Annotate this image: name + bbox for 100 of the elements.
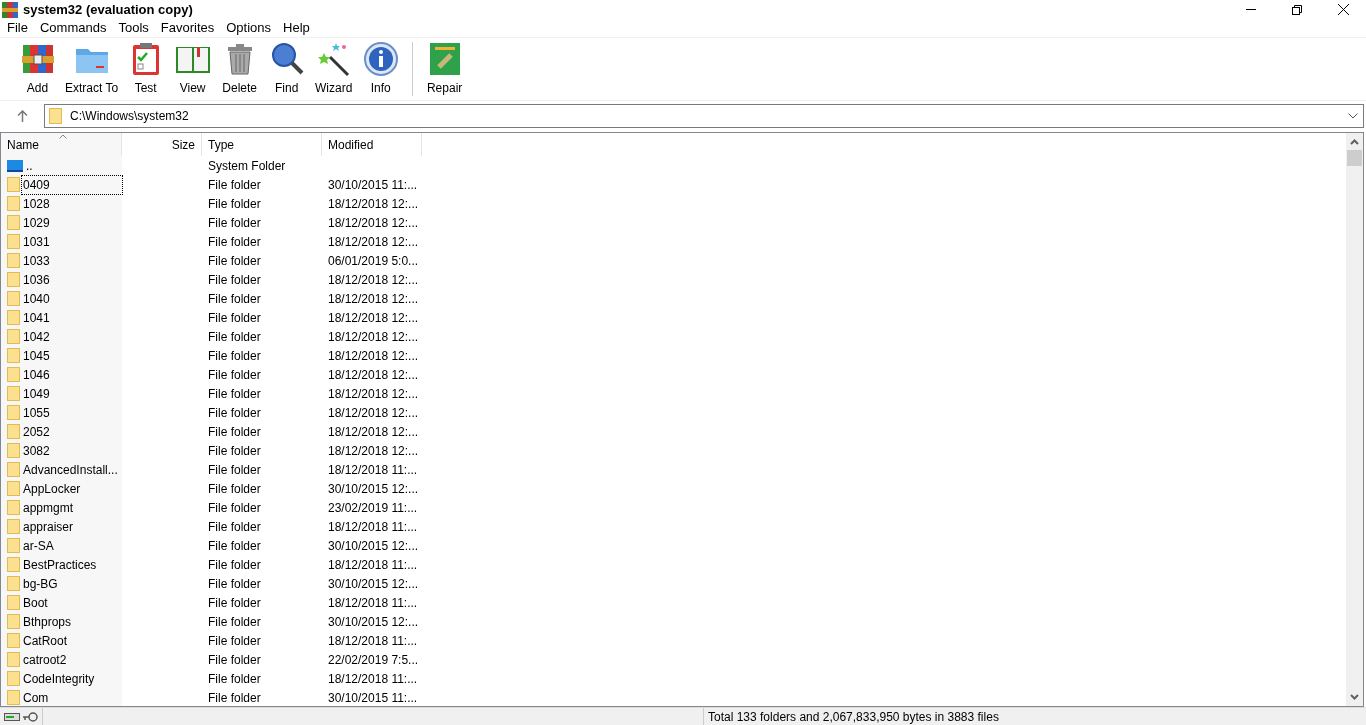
close-icon [1337, 4, 1349, 15]
name-cell[interactable]: catroot2 [22, 650, 68, 669]
name-cell[interactable]: .. [25, 156, 34, 175]
name-cell[interactable]: CatRoot [22, 631, 69, 650]
status-text: Total 133 folders and 2,067,833,950 bytes in 3883 files [707, 708, 1000, 725]
scroll-up-icon[interactable] [1350, 139, 1359, 145]
folder-icon [7, 557, 20, 572]
scroll-down-icon[interactable] [1350, 694, 1359, 700]
menu-item[interactable]: Options [220, 18, 278, 38]
folder-icon [7, 310, 20, 325]
name-cell[interactable]: appmgmt [22, 498, 75, 517]
column-header[interactable]: Type [202, 133, 322, 156]
modified-cell-text: 18/12/2018 12:... [327, 385, 420, 403]
modified-cell-text: 30/10/2015 12:... [327, 537, 420, 555]
folder-icon [7, 329, 20, 344]
name-cell[interactable]: AppLocker [22, 479, 82, 498]
name-cell[interactable]: 1028 [22, 194, 51, 213]
toolbar-button[interactable]: Wizard [310, 40, 358, 98]
type-cell-text: File folder [207, 632, 262, 650]
type-cell-text: File folder [207, 252, 262, 270]
modified-cell-text: 30/10/2015 11:... [327, 689, 419, 706]
folder-icon [7, 291, 20, 306]
folder-icon [7, 671, 20, 686]
name-cell[interactable]: 1031 [22, 232, 51, 251]
name-cell[interactable]: Bthprops [22, 612, 73, 631]
folder-icon [7, 272, 20, 287]
name-cell[interactable]: 1040 [22, 289, 51, 308]
name-cell[interactable]: 1036 [22, 270, 51, 289]
name-cell[interactable]: 0409 [22, 175, 122, 194]
folder-icon [7, 253, 20, 268]
toolbar-button[interactable]: Test [122, 40, 170, 98]
name-cell[interactable]: 1041 [22, 308, 51, 327]
name-cell[interactable]: 3082 [22, 441, 51, 460]
toolbar-button[interactable]: View [169, 40, 217, 98]
dropdown-caret-icon[interactable] [1348, 112, 1358, 119]
type-cell-text: File folder [207, 556, 262, 574]
toolbar-button[interactable]: Add [14, 40, 61, 98]
modified-cell-text: 30/10/2015 12:... [327, 575, 420, 593]
type-cell-text: File folder [207, 347, 262, 365]
window-title: system32 (evaluation copy) [23, 0, 193, 19]
type-cell-text: File folder [207, 613, 262, 631]
type-cell-text: File folder [207, 670, 262, 688]
toolbar-button[interactable]: Repair [421, 40, 469, 98]
name-cell[interactable]: BestPractices [22, 555, 98, 574]
modified-cell-text: 18/12/2018 12:... [327, 309, 420, 327]
scrollbar[interactable] [1346, 133, 1363, 706]
scroll-thumb[interactable] [1347, 150, 1362, 166]
name-cell[interactable]: 1042 [22, 327, 51, 346]
name-cell[interactable]: 2052 [22, 422, 51, 441]
name-cell[interactable]: appraiser [22, 517, 75, 536]
modified-cell-text: 18/12/2018 11:... [327, 670, 419, 688]
type-cell-text: File folder [207, 423, 262, 441]
toolbar-button[interactable]: Info [357, 40, 405, 98]
column-header[interactable]: Name [1, 133, 122, 156]
column-header[interactable]: Modified [322, 133, 422, 156]
column-header[interactable]: Size [122, 133, 202, 156]
name-cell[interactable]: 1029 [22, 213, 51, 232]
type-cell-text: File folder [207, 594, 262, 612]
menu-item[interactable]: File [1, 18, 34, 38]
menu-item[interactable]: Help [277, 18, 316, 38]
name-cell[interactable]: ar-SA [22, 536, 55, 555]
name-cell[interactable]: 1049 [22, 384, 51, 403]
type-cell-text: File folder [207, 385, 262, 403]
name-cell[interactable]: 1045 [22, 346, 51, 365]
folder-icon [7, 538, 20, 553]
folder-icon [7, 633, 20, 648]
modified-cell-text: 18/12/2018 12:... [327, 423, 420, 441]
name-cell[interactable]: 1055 [22, 403, 51, 422]
folder-icon [7, 386, 20, 401]
toolbar-button[interactable]: Extract To [61, 40, 123, 98]
type-cell-text: File folder [207, 366, 262, 384]
folder-icon [7, 481, 20, 496]
menu-item[interactable]: Commands [33, 18, 113, 38]
toolbar-button[interactable]: Find [263, 40, 311, 98]
drive-icon [4, 712, 20, 721]
folder-icon [7, 424, 20, 439]
folder-icon [49, 107, 62, 124]
menu-item[interactable]: Tools [112, 18, 155, 38]
restore-icon [1292, 4, 1302, 15]
folder-icon [7, 462, 20, 477]
type-cell-text: File folder [207, 651, 262, 669]
address-field[interactable]: C:\Windows\system32 [44, 103, 1364, 128]
address-input[interactable]: C:\Windows\system32 [70, 106, 1348, 125]
type-cell-text: File folder [207, 176, 262, 194]
modified-cell-text: 18/12/2018 12:... [327, 233, 420, 251]
name-cell[interactable]: AdvancedInstall... [22, 460, 119, 479]
name-cell[interactable]: CodeIntegrity [22, 669, 96, 688]
menu-item[interactable]: Favorites [154, 18, 221, 38]
name-cell[interactable]: bg-BG [22, 574, 59, 593]
modified-cell-text: 18/12/2018 12:... [327, 214, 420, 232]
name-cell[interactable]: 1046 [22, 365, 51, 384]
folder-icon [7, 215, 20, 230]
modified-cell-text: 18/12/2018 12:... [327, 195, 420, 213]
folder-icon [7, 234, 20, 249]
type-cell-text: File folder [207, 404, 262, 422]
name-cell[interactable]: Boot [22, 593, 49, 612]
name-cell[interactable]: 1033 [22, 251, 51, 270]
type-cell-text: File folder [207, 575, 262, 593]
name-cell[interactable]: Com [22, 688, 50, 706]
toolbar-button[interactable]: Delete [216, 40, 264, 98]
